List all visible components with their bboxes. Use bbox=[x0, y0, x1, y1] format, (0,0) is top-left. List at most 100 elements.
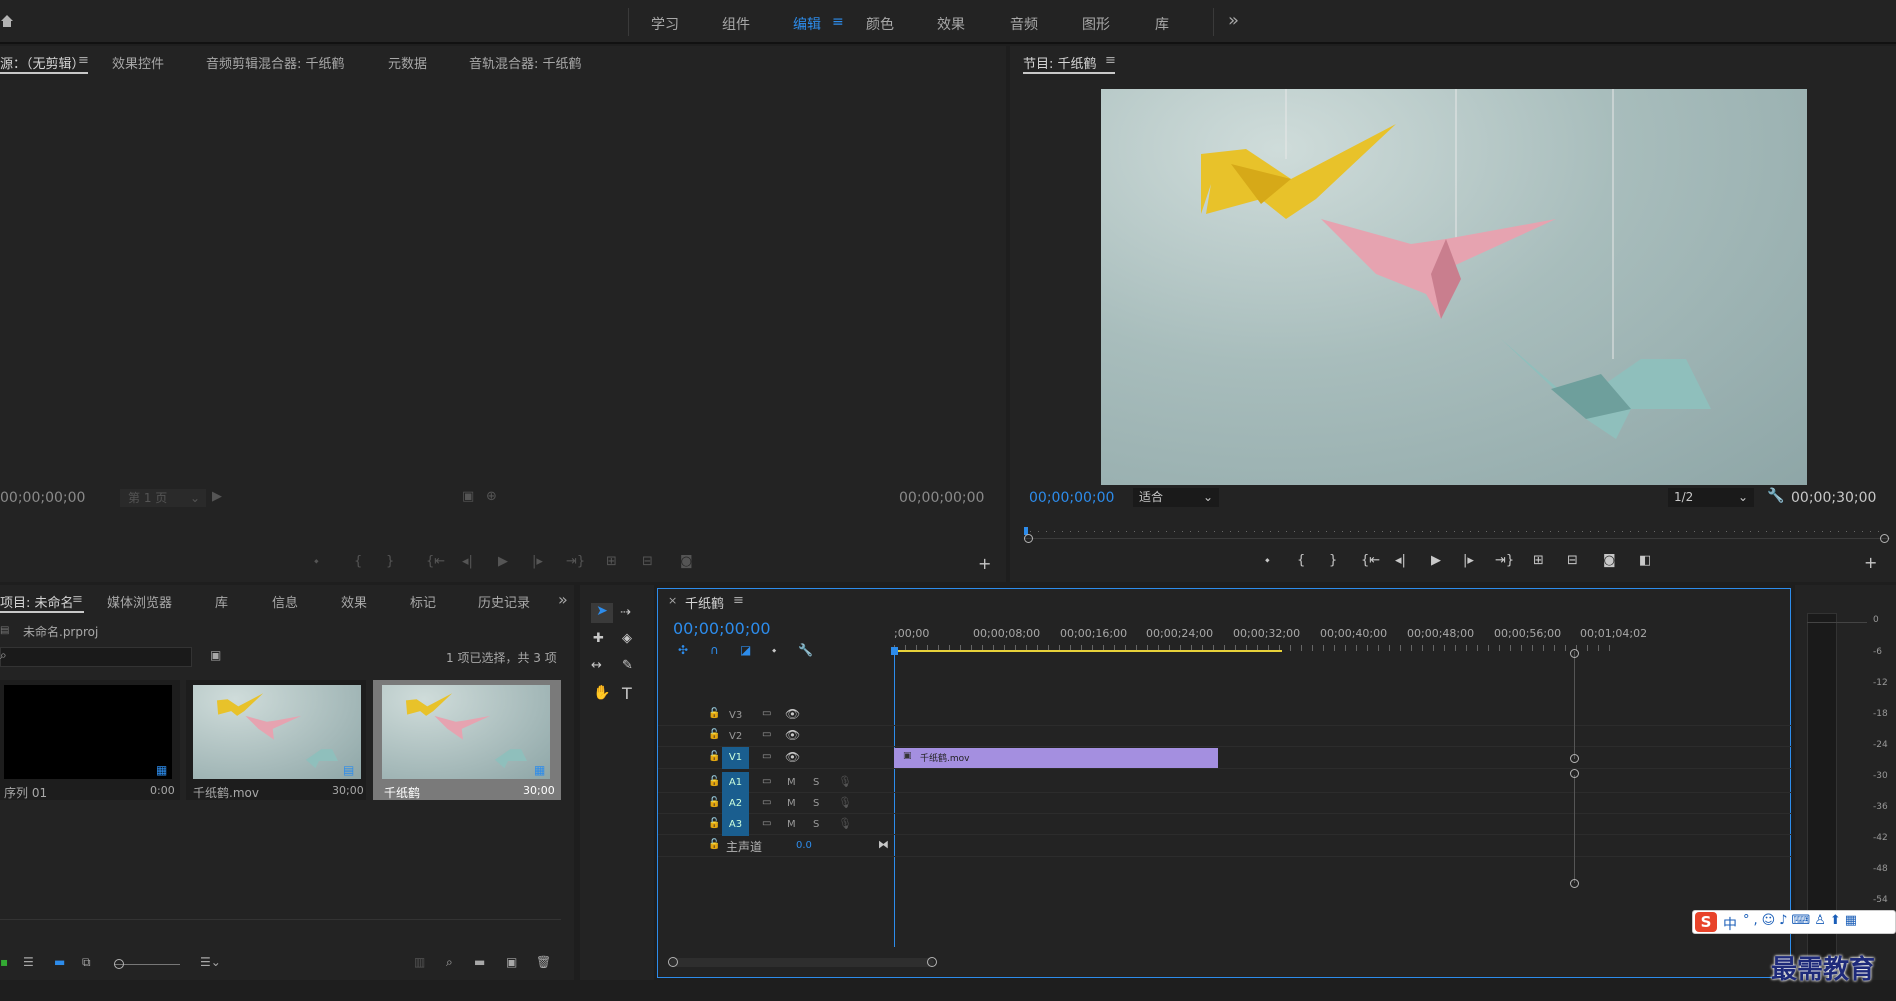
fit-select[interactable]: 适合 ⌄ bbox=[1133, 488, 1219, 507]
lock-icon[interactable]: 🔓 bbox=[708, 797, 720, 808]
export-frame-icon[interactable]: ◙ bbox=[1603, 553, 1616, 568]
nest-icon[interactable]: ✣ bbox=[678, 643, 688, 657]
add-marker-icon[interactable]: ⬩ bbox=[772, 643, 776, 658]
track-target-a3[interactable]: A3 bbox=[722, 814, 749, 836]
marker-icon[interactable]: ⬩ bbox=[1265, 553, 1270, 568]
sync-lock-icon[interactable]: ▭ bbox=[762, 818, 771, 829]
tab-source[interactable]: 源：（无剪辑） bbox=[0, 53, 85, 72]
tab-audio-clip-mixer[interactable]: 音频剪辑混合器: 千纸鹤 bbox=[206, 53, 345, 72]
mark-out-icon[interactable]: } bbox=[1329, 553, 1337, 568]
play-icon[interactable]: ▶ bbox=[498, 554, 508, 569]
vertical-scroll-video[interactable] bbox=[1574, 651, 1575, 759]
pen-tool-icon[interactable]: ✎ bbox=[622, 658, 633, 673]
program-title[interactable]: 节目: 千纸鹤 bbox=[1023, 53, 1097, 72]
list-view-icon[interactable]: ☰ bbox=[23, 955, 34, 969]
mute-button[interactable]: M bbox=[787, 798, 796, 809]
sync-lock-icon[interactable]: ▭ bbox=[762, 708, 771, 719]
work-area-bar[interactable] bbox=[894, 650, 1282, 652]
lock-icon[interactable]: 🔓 bbox=[708, 818, 720, 829]
project-item-sequence-selected[interactable]: ▦ 千纸鹤 30;00 bbox=[373, 680, 561, 800]
video-clip[interactable]: ▣ 千纸鹤.mov bbox=[894, 748, 1218, 768]
sync-lock-icon[interactable]: ▭ bbox=[762, 751, 771, 762]
workspace-effects[interactable]: 效果 bbox=[937, 14, 965, 34]
slip-tool-icon[interactable]: ↔ bbox=[591, 658, 602, 673]
tab-project[interactable]: 项目: 未命名 bbox=[0, 592, 74, 611]
workspace-overflow-icon[interactable]: » bbox=[1228, 10, 1239, 31]
safe-margins-icon[interactable]: ▣ bbox=[462, 489, 474, 504]
panel-menu-icon[interactable]: ≡ bbox=[1105, 53, 1116, 68]
horizontal-scrollbar[interactable] bbox=[670, 958, 934, 967]
home-icon[interactable] bbox=[0, 14, 14, 28]
workspace-color[interactable]: 颜色 bbox=[866, 14, 894, 34]
go-to-in-icon[interactable]: {⇤ bbox=[1361, 553, 1380, 568]
resolution-select[interactable]: 1/2 ⌄ bbox=[1668, 488, 1754, 507]
tabs-overflow-icon[interactable]: » bbox=[558, 590, 568, 609]
icon-view-icon[interactable]: ▬ bbox=[54, 955, 65, 969]
lock-icon[interactable]: ▪ bbox=[0, 955, 8, 969]
panel-menu-icon[interactable]: ≡ bbox=[733, 593, 744, 608]
eye-icon[interactable]: 👁 bbox=[785, 750, 800, 764]
solo-button[interactable]: S bbox=[813, 777, 819, 788]
sort-icon[interactable]: ☰⌄ bbox=[200, 955, 221, 969]
microphone-icon[interactable]: 🎙 bbox=[838, 796, 852, 809]
add-button-icon[interactable]: + bbox=[1864, 553, 1877, 572]
lock-icon[interactable]: 🔓 bbox=[708, 708, 720, 719]
vertical-scroll-audio[interactable] bbox=[1574, 775, 1575, 883]
ime-tools-icon[interactable]: °,☺♪⌨♙⬆▦ bbox=[1743, 913, 1861, 928]
ime-mode[interactable]: 中 bbox=[1723, 914, 1737, 934]
project-item-sequence[interactable]: ▦ 序列 01 0:00 bbox=[0, 680, 180, 800]
sync-lock-icon[interactable]: ▭ bbox=[762, 729, 771, 740]
automate-icon[interactable]: ▥ bbox=[414, 955, 425, 969]
type-tool-icon[interactable]: T bbox=[622, 684, 632, 703]
tab-libraries[interactable]: 库 bbox=[215, 592, 228, 611]
go-to-out-icon[interactable]: ⇥} bbox=[566, 554, 585, 569]
tab-audio-track-mixer[interactable]: 音轨混合器: 千纸鹤 bbox=[469, 53, 582, 72]
new-bin-icon[interactable]: ▬ bbox=[474, 955, 485, 969]
selection-tool-icon[interactable]: ➤ bbox=[591, 603, 613, 623]
lock-icon[interactable]: 🔓 bbox=[708, 751, 720, 762]
program-video-frame[interactable] bbox=[1101, 89, 1807, 485]
razor-tool-icon[interactable]: ◈ bbox=[622, 631, 632, 646]
search-input[interactable] bbox=[0, 647, 192, 667]
source-page-select[interactable]: 第 1 页 ⌄ bbox=[120, 489, 206, 507]
eye-icon[interactable]: 👁 bbox=[785, 707, 800, 721]
export-frame-icon[interactable]: ◙ bbox=[680, 554, 693, 569]
mark-out-icon[interactable]: } bbox=[386, 554, 394, 569]
tab-effect-controls[interactable]: 效果控件 bbox=[112, 53, 164, 72]
track-target-a1[interactable]: A1 bbox=[722, 772, 749, 794]
track-target-v1[interactable]: V1 bbox=[722, 747, 749, 769]
comparison-view-icon[interactable]: ◧ bbox=[1639, 553, 1651, 568]
microphone-icon[interactable]: 🎙 bbox=[838, 817, 852, 830]
zoom-slider-handle[interactable] bbox=[114, 959, 124, 969]
step-back-icon[interactable]: ◂| bbox=[462, 554, 473, 569]
mark-in-icon[interactable]: { bbox=[354, 554, 362, 569]
sync-lock-icon[interactable]: ▭ bbox=[762, 776, 771, 787]
panel-menu-icon[interactable]: ≡ bbox=[78, 53, 89, 68]
timeline-title[interactable]: 千纸鹤 bbox=[685, 593, 724, 612]
go-to-end-icon[interactable]: ⧓ bbox=[878, 838, 889, 851]
add-button-icon[interactable]: + bbox=[978, 554, 991, 573]
workspace-libraries[interactable]: 库 bbox=[1155, 14, 1169, 34]
lock-icon[interactable]: 🔓 bbox=[708, 839, 720, 850]
workspace-menu-icon[interactable]: ≡ bbox=[832, 14, 844, 30]
overwrite-icon[interactable]: ⊟ bbox=[642, 554, 653, 569]
trash-icon[interactable]: 🗑 bbox=[536, 955, 551, 969]
workspace-graphics[interactable]: 图形 bbox=[1082, 14, 1110, 34]
insert-icon[interactable]: ⊞ bbox=[606, 554, 617, 569]
playhead-handle[interactable] bbox=[891, 647, 898, 655]
mark-in-icon[interactable]: { bbox=[1297, 553, 1305, 568]
sync-lock-icon[interactable]: ▭ bbox=[762, 797, 771, 808]
step-back-icon[interactable]: ◂| bbox=[1395, 553, 1406, 568]
freeform-view-icon[interactable]: ⧉ bbox=[82, 955, 91, 970]
close-tab-icon[interactable]: × bbox=[668, 594, 677, 607]
drag-video-icon[interactable]: ⊕ bbox=[486, 489, 497, 504]
source-timecode-current[interactable]: 00;00;00;00 bbox=[0, 490, 85, 506]
mute-button[interactable]: M bbox=[787, 819, 796, 830]
lock-icon[interactable]: 🔓 bbox=[708, 729, 720, 740]
time-ruler[interactable]: ;00;00 00;00;08;00 00;00;16;00 00;00;24;… bbox=[894, 627, 1647, 653]
track-label[interactable]: V3 bbox=[729, 710, 742, 721]
step-forward-icon[interactable]: |▸ bbox=[532, 554, 543, 569]
solo-button[interactable]: S bbox=[813, 798, 819, 809]
lift-icon[interactable]: ⊞ bbox=[1533, 553, 1544, 568]
panel-menu-icon[interactable]: ≡ bbox=[72, 592, 83, 607]
